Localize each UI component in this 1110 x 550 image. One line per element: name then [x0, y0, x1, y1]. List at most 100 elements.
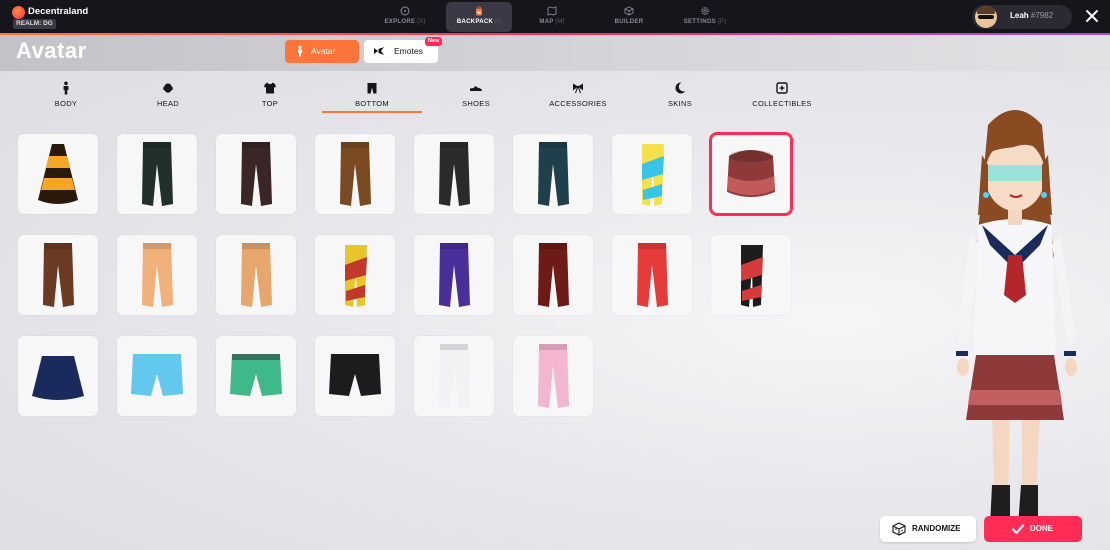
person-icon	[298, 45, 302, 57]
nav-explore-key: [X]	[417, 19, 426, 25]
sky-blue-shorts-thumbnail	[131, 354, 183, 396]
navy-skirt-thumbnail	[32, 356, 84, 400]
done-label: DONE	[1030, 524, 1054, 533]
wearable-item-floral-shorts[interactable]	[216, 336, 296, 416]
checkmark-icon	[1011, 524, 1025, 535]
wearable-item-peach-pants[interactable]	[117, 235, 197, 315]
nav-map[interactable]: MAP [M]	[519, 2, 585, 32]
title-band: Avatar Avatar Emotes New	[0, 35, 1110, 71]
category-head-label: HEAD	[156, 99, 180, 108]
category-shoes[interactable]: SHOES	[426, 81, 526, 113]
nav-map-key: [M]	[555, 19, 565, 25]
nav-backpack-label: BACKPACK	[456, 19, 494, 25]
wearable-item-teal-pants[interactable]	[513, 134, 593, 214]
category-accessories-label: ACCESSORIES	[549, 99, 607, 108]
avatar	[975, 6, 997, 28]
nav-settings[interactable]: SETTINGS [P]	[672, 2, 738, 32]
app-name: Decentraland	[28, 6, 89, 17]
wearable-item-white-track-pants[interactable]	[414, 336, 494, 416]
randomize-label: RANDOMIZE	[912, 524, 961, 533]
dice-icon	[892, 522, 906, 536]
dark-green-pants-thumbnail	[142, 142, 173, 206]
black-shorts-thumbnail	[329, 354, 381, 396]
wearable-item-maroon-skirt[interactable]	[711, 134, 791, 214]
nav-backpack[interactable]: BACKPACK [I]	[446, 2, 512, 32]
category-accessories[interactable]: ACCESSORIES	[528, 81, 628, 113]
pattern-leggings-thumbnail	[642, 144, 664, 206]
category-collectibles-label: COLLECTIBLES	[752, 99, 812, 108]
wearable-item-purple-pants[interactable]	[414, 235, 494, 315]
nav-settings-label: SETTINGS	[683, 19, 717, 25]
wearable-item-navy-skirt[interactable]	[18, 336, 98, 416]
category-skins-label: SKINS	[667, 99, 692, 108]
compass-icon	[400, 6, 410, 16]
wearable-item-pattern-leggings[interactable]	[612, 134, 692, 214]
category-top[interactable]: TOP	[220, 81, 320, 113]
avatar-figure	[956, 110, 1077, 538]
wearable-item-dark-brown-pants[interactable]	[216, 134, 296, 214]
wearable-item-red-black-pants[interactable]	[612, 235, 692, 315]
tab-emotes[interactable]: Emotes New	[364, 37, 443, 63]
user-profile-button[interactable]: Leah #7982	[972, 5, 1072, 29]
category-skins[interactable]: SKINS	[630, 81, 730, 113]
brown-cargo-pants-thumbnail	[43, 243, 74, 307]
avatar-preview[interactable]	[930, 95, 1100, 550]
wearable-item-harlequin-leggings[interactable]	[315, 235, 395, 315]
brand: Decentraland REALM: DG	[10, 4, 130, 30]
decentraland-logo-icon	[12, 6, 25, 19]
shoe-icon	[470, 86, 482, 91]
gear-icon	[701, 7, 709, 15]
user-tag: #7982	[1030, 11, 1054, 20]
wearable-item-black-red-leggings[interactable]	[711, 235, 791, 315]
nav-explore[interactable]: EXPLORE [X]	[372, 2, 438, 32]
category-body-label: BODY	[54, 99, 78, 108]
bow-icon	[573, 83, 583, 94]
wearable-item-tan-pants[interactable]	[216, 235, 296, 315]
page-title: Avatar	[16, 38, 87, 63]
purple-pants-thumbnail	[439, 243, 470, 307]
backpack-icon	[476, 6, 482, 16]
nav-backpack-key: [I]	[495, 19, 502, 25]
wearable-item-dark-green-pants[interactable]	[117, 134, 197, 214]
realm-badge[interactable]: REALM: DG	[13, 19, 56, 29]
nav-explore-label: EXPLORE	[384, 19, 416, 25]
shirt-icon	[264, 82, 276, 94]
close-icon[interactable]	[1084, 8, 1100, 24]
category-body[interactable]: BODY	[16, 81, 116, 113]
nav-builder[interactable]: BUILDER	[596, 2, 662, 32]
tan-pants-thumbnail	[241, 243, 272, 307]
category-collectibles[interactable]: COLLECTIBLES	[732, 81, 832, 113]
tab-avatar[interactable]: Avatar	[285, 40, 359, 63]
wearable-item-sky-blue-shorts[interactable]	[117, 336, 197, 416]
body-icon	[63, 81, 69, 95]
top-bar: Decentraland REALM: DG EXPLORE [X] BACKP…	[0, 0, 1110, 34]
wearable-item-ripped-black-jeans[interactable]	[414, 134, 494, 214]
done-button[interactable]: DONE	[984, 516, 1082, 542]
category-bottom[interactable]: BOTTOM	[322, 81, 422, 113]
wearable-item-dark-red-pants[interactable]	[513, 235, 593, 315]
category-head[interactable]: HEAD	[118, 81, 218, 113]
tab-avatar-label: Avatar	[311, 46, 336, 56]
wearable-item-brown-pants[interactable]	[315, 134, 395, 214]
maroon-skirt-thumbnail	[727, 150, 775, 197]
peach-pants-thumbnail	[142, 243, 173, 307]
moon-icon	[675, 82, 686, 94]
pants-icon	[367, 83, 377, 94]
wearable-item-striped-cone-skirt[interactable]	[18, 134, 98, 214]
randomize-button[interactable]: RANDOMIZE	[880, 516, 976, 542]
new-badge: New	[425, 37, 443, 46]
red-black-pants-thumbnail	[637, 243, 668, 307]
wearable-item-brown-cargo-pants[interactable]	[18, 235, 98, 315]
wearable-item-pink-flare-pants[interactable]	[513, 336, 593, 416]
brown-pants-thumbnail	[340, 142, 371, 206]
map-icon	[547, 6, 557, 16]
harlequin-leggings-thumbnail	[345, 245, 367, 307]
wearable-item-black-shorts[interactable]	[315, 336, 395, 416]
nav-map-label: MAP	[539, 19, 554, 25]
category-bottom-label: BOTTOM	[355, 99, 389, 108]
striped-cone-skirt-thumbnail	[38, 144, 78, 204]
nav-settings-key: [P]	[718, 19, 727, 25]
pink-flare-pants-thumbnail	[538, 344, 569, 408]
user-name: Leah	[1010, 11, 1029, 20]
avatar-editor: Avatar Avatar Emotes New BODY HEAD TOP B…	[0, 35, 1110, 550]
